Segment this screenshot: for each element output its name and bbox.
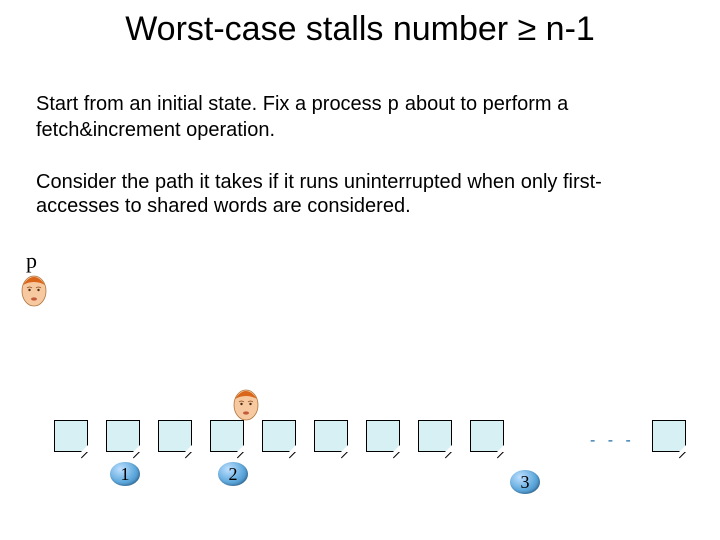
memory-cell [314, 420, 348, 452]
ellipsis-dashes: - - - [590, 432, 635, 450]
memory-cell [54, 420, 88, 452]
step-number-2: 2 [218, 462, 248, 486]
memory-cell [210, 420, 244, 452]
memory-cell [158, 420, 192, 452]
process-p-label: p [26, 248, 37, 274]
para1-process-p: p [387, 94, 399, 117]
para1-text-a: Start from an initial state. Fix a proce… [36, 93, 387, 115]
memory-cell [470, 420, 504, 452]
paragraph-1: Start from an initial state. Fix a proce… [36, 92, 666, 142]
step-number-3: 3 [510, 470, 540, 494]
memory-cell [418, 420, 452, 452]
face-icon-middle [232, 389, 260, 421]
memory-cell [106, 420, 140, 452]
memory-cell [262, 420, 296, 452]
memory-cell [652, 420, 686, 452]
face-icon-top [20, 275, 48, 307]
slide-title: Worst-case stalls number ≥ n-1 [0, 10, 720, 49]
memory-cell [366, 420, 400, 452]
slide: Worst-case stalls number ≥ n-1 Start fro… [0, 0, 720, 540]
paragraph-2: Consider the path it takes if it runs un… [36, 170, 676, 218]
step-number-1: 1 [110, 462, 140, 486]
